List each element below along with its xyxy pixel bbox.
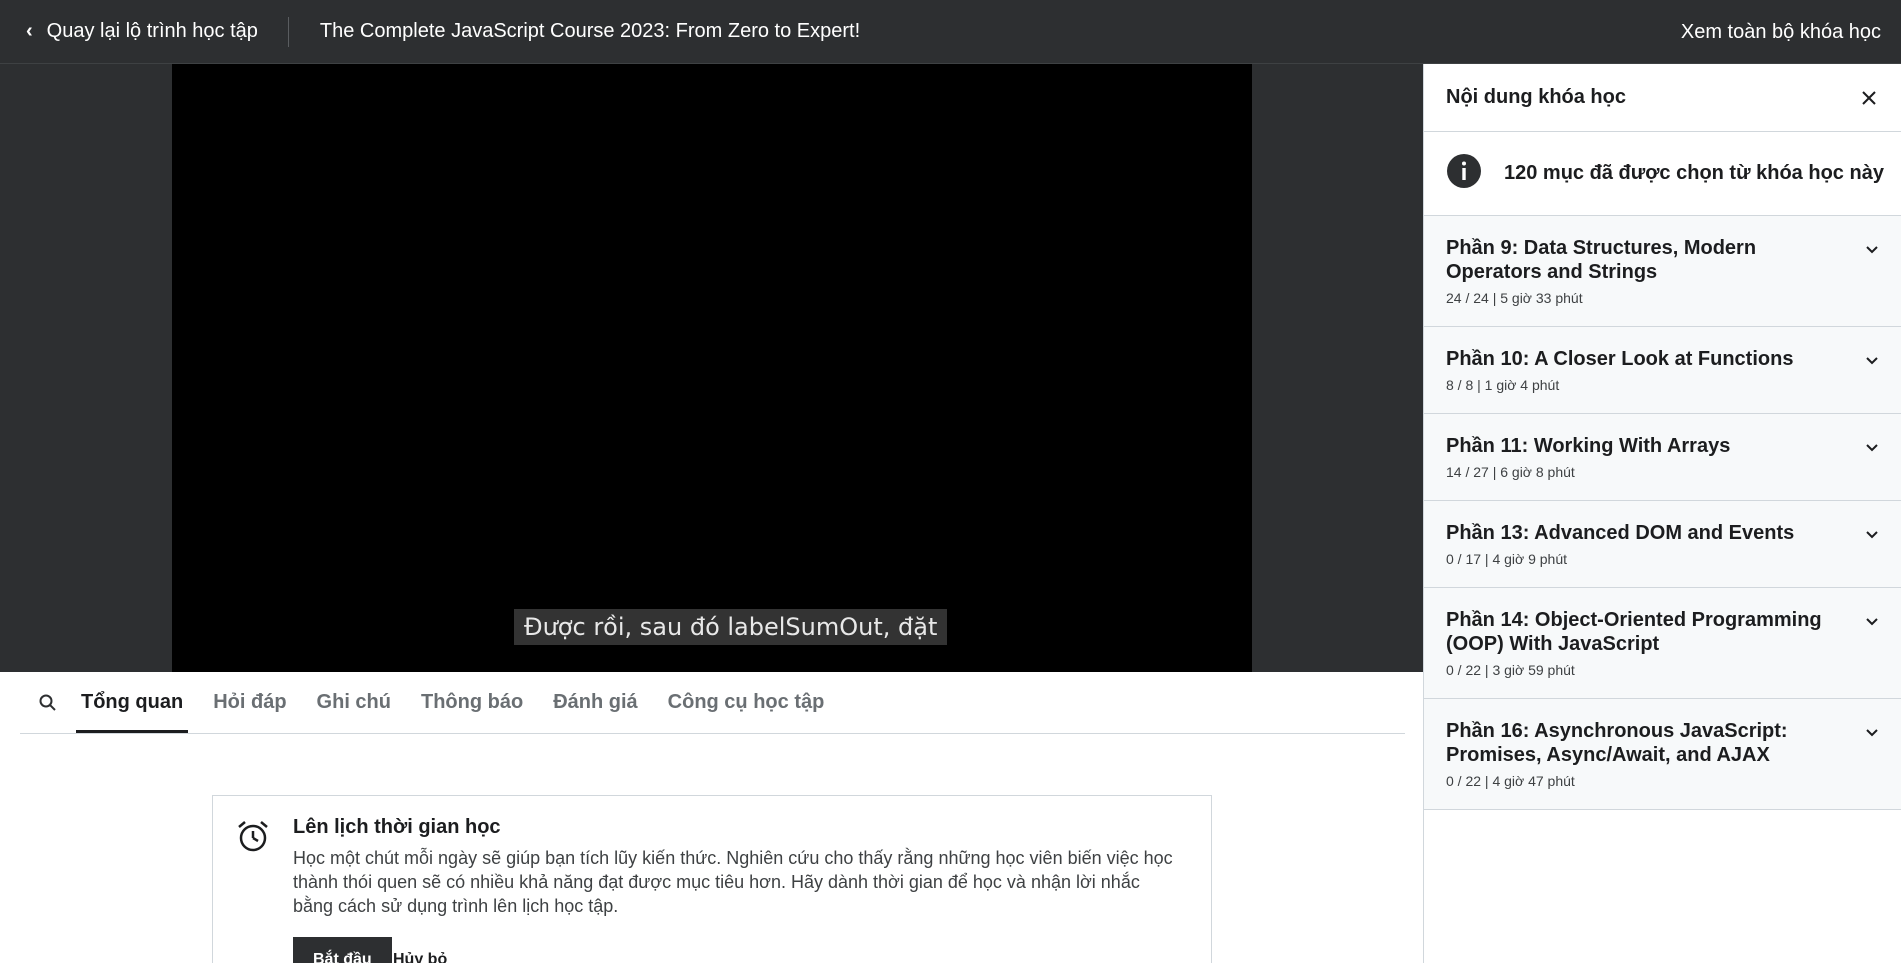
section-meta: 24 / 24 | 5 giờ 33 phút [1446, 290, 1583, 306]
top-bar: ‹ Quay lại lộ trình học tập The Complete… [0, 0, 1901, 64]
section-meta: 0 / 22 | 3 giờ 59 phút [1446, 662, 1575, 678]
schedule-card: Lên lịch thời gian học Học một chút mỗi … [212, 795, 1212, 963]
tab-overview[interactable]: Tổng quan [76, 671, 189, 733]
section-title: Phần 10: A Closer Look at Functions [1446, 348, 1794, 370]
tab-announcements[interactable]: Thông báo [416, 671, 528, 733]
section-meta: 0 / 22 | 4 giờ 47 phút [1446, 773, 1575, 789]
section-meta: 0 / 17 | 4 giờ 9 phút [1446, 551, 1568, 567]
start-button[interactable]: Bắt đầu [293, 937, 392, 963]
video-caption: Được rồi, sau đó labelSumOut, đặt [514, 609, 948, 645]
chevron-left-icon: ‹ [26, 20, 33, 42]
section-item[interactable]: Phần 9: Data Structures, Modern Operator… [1424, 216, 1901, 327]
course-title: The Complete JavaScript Course 2023: Fro… [319, 20, 861, 42]
section-item[interactable]: Phần 16: Asynchronous JavaScript: Promis… [1424, 699, 1901, 810]
chevron-down-icon [1865, 725, 1879, 743]
chevron-down-icon [1865, 614, 1879, 632]
section-meta: 14 / 27 | 6 giờ 8 phút [1446, 464, 1575, 480]
back-to-learning-path-link[interactable]: ‹ Quay lại lộ trình học tập [0, 0, 288, 63]
cancel-button[interactable]: Hủy bỏ [393, 951, 447, 963]
section-item[interactable]: Phần 11: Working With Arrays 14 / 27 | 6… [1424, 414, 1901, 501]
section-meta: 8 / 8 | 1 giờ 4 phút [1446, 377, 1560, 393]
chevron-down-icon [1865, 242, 1879, 260]
alarm-clock-icon [235, 818, 271, 859]
search-icon[interactable] [20, 673, 76, 733]
close-icon[interactable] [1857, 86, 1881, 110]
topbar-divider [287, 16, 289, 47]
section-title: Phần 11: Working With Arrays [1446, 435, 1731, 457]
course-tabs: Tổng quan Hỏi đáp Ghi chú Thông báo Đánh… [20, 672, 1405, 734]
tab-reviews[interactable]: Đánh giá [548, 671, 642, 733]
section-item[interactable]: Phần 10: A Closer Look at Functions 8 / … [1424, 327, 1901, 414]
chevron-down-icon [1865, 353, 1879, 371]
section-title: Phần 9: Data Structures, Modern Operator… [1446, 237, 1757, 283]
video-player[interactable]: Được rồi, sau đó labelSumOut, đặt [172, 64, 1252, 672]
tab-learning-tools[interactable]: Công cụ học tập [663, 671, 830, 733]
selection-info-text: 120 mục đã được chọn từ khóa học này [1504, 162, 1884, 184]
back-link-label: Quay lại lộ trình học tập [46, 20, 258, 42]
section-title: Phần 16: Asynchronous JavaScript: Promis… [1446, 720, 1788, 766]
section-item[interactable]: Phần 13: Advanced DOM and Events 0 / 17 … [1424, 501, 1901, 588]
schedule-description: Học một chút mỗi ngày sẽ giúp bạn tích l… [293, 848, 1173, 916]
section-title: Phần 13: Advanced DOM and Events [1446, 522, 1795, 544]
info-icon [1446, 153, 1482, 194]
course-content-sidebar: Nội dung khóa học 120 mục đã được chọn t… [1423, 64, 1901, 963]
selection-info: 120 mục đã được chọn từ khóa học này [1424, 132, 1901, 216]
sidebar-header: Nội dung khóa học [1424, 64, 1901, 132]
tab-qa[interactable]: Hỏi đáp [208, 671, 291, 733]
sidebar-title: Nội dung khóa học [1446, 86, 1626, 108]
chevron-down-icon [1865, 527, 1879, 545]
tab-notes[interactable]: Ghi chú [312, 671, 396, 733]
view-full-course-link[interactable]: Xem toàn bộ khóa học [1681, 0, 1881, 64]
section-title: Phần 14: Object-Oriented Programming (OO… [1446, 609, 1822, 655]
video-area: Được rồi, sau đó labelSumOut, đặt [0, 64, 1423, 672]
section-item[interactable]: Phần 14: Object-Oriented Programming (OO… [1424, 588, 1901, 699]
chevron-down-icon [1865, 440, 1879, 458]
schedule-title: Lên lịch thời gian học [293, 816, 501, 838]
